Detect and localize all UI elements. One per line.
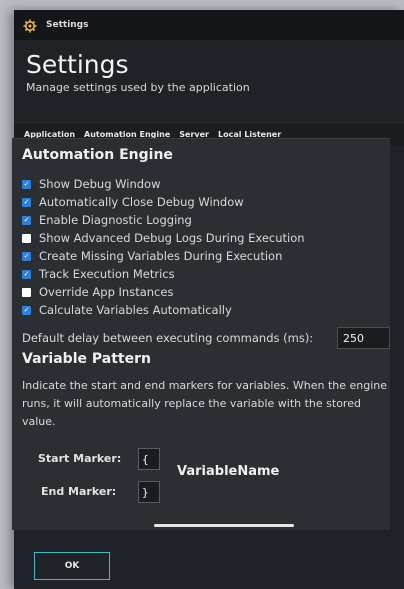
checkbox-label: Track Execution Metrics — [39, 267, 175, 281]
end-marker-label: End Marker: — [41, 485, 117, 498]
checkbox-box[interactable] — [22, 305, 31, 315]
checkbox-box[interactable] — [22, 179, 31, 189]
start-marker-label: Start Marker: — [38, 452, 122, 465]
enable-diagnostic-logging-checkbox[interactable]: Enable Diagnostic Logging — [22, 211, 192, 229]
checkbox-label: Enable Diagnostic Logging — [39, 213, 192, 227]
start-marker-input[interactable] — [138, 448, 160, 470]
page-header: Settings Manage settings used by the app… — [14, 40, 404, 122]
checkbox-label: Show Advanced Debug Logs During Executio… — [39, 231, 305, 245]
show-debug-window-checkbox[interactable]: Show Debug Window — [22, 175, 161, 193]
auto-close-debug-window-checkbox[interactable]: Automatically Close Debug Window — [22, 193, 244, 211]
calculate-variables-checkbox[interactable]: Calculate Variables Automatically — [22, 301, 232, 319]
variable-pattern-heading: Variable Pattern — [22, 351, 151, 367]
checkbox-label: Calculate Variables Automatically — [39, 303, 232, 317]
show-advanced-debug-logs-checkbox[interactable]: Show Advanced Debug Logs During Executio… — [22, 229, 305, 247]
window-title: Settings — [46, 20, 89, 30]
checkbox-box[interactable] — [22, 215, 31, 225]
end-marker-input[interactable] — [138, 481, 160, 503]
page-title: Settings — [26, 50, 129, 79]
checkbox-box[interactable] — [22, 233, 31, 243]
checkbox-label: Show Debug Window — [39, 177, 161, 191]
checkbox-box[interactable] — [22, 269, 31, 279]
automation-engine-heading: Automation Engine — [22, 147, 173, 163]
checkbox-box[interactable] — [22, 197, 31, 207]
checkbox-label: Create Missing Variables During Executio… — [39, 249, 283, 263]
horizontal-scrollbar[interactable] — [154, 524, 294, 527]
variable-pattern-description: Indicate the start and end markers for v… — [22, 379, 388, 428]
checkbox-label: Override App Instances — [39, 285, 174, 299]
title-bar: Settings — [14, 10, 404, 40]
override-app-instances-checkbox[interactable]: Override App Instances — [22, 283, 173, 301]
ok-button[interactable]: OK — [34, 552, 110, 580]
command-delay-label: Default delay between executing commands… — [22, 331, 314, 345]
command-delay-input[interactable] — [337, 327, 390, 349]
automation-engine-panel[interactable]: Automation Engine Show Debug Window Auto… — [12, 138, 390, 530]
checkbox-box[interactable] — [22, 287, 31, 297]
checkbox-label: Automatically Close Debug Window — [39, 195, 244, 209]
checkbox-box[interactable] — [22, 251, 31, 261]
track-execution-metrics-checkbox[interactable]: Track Execution Metrics — [22, 265, 175, 283]
page-subtitle: Manage settings used by the application — [26, 81, 250, 94]
create-missing-variables-checkbox[interactable]: Create Missing Variables During Executio… — [22, 247, 282, 265]
variable-name-example: VariableName — [177, 464, 280, 479]
gear-icon — [23, 18, 37, 33]
